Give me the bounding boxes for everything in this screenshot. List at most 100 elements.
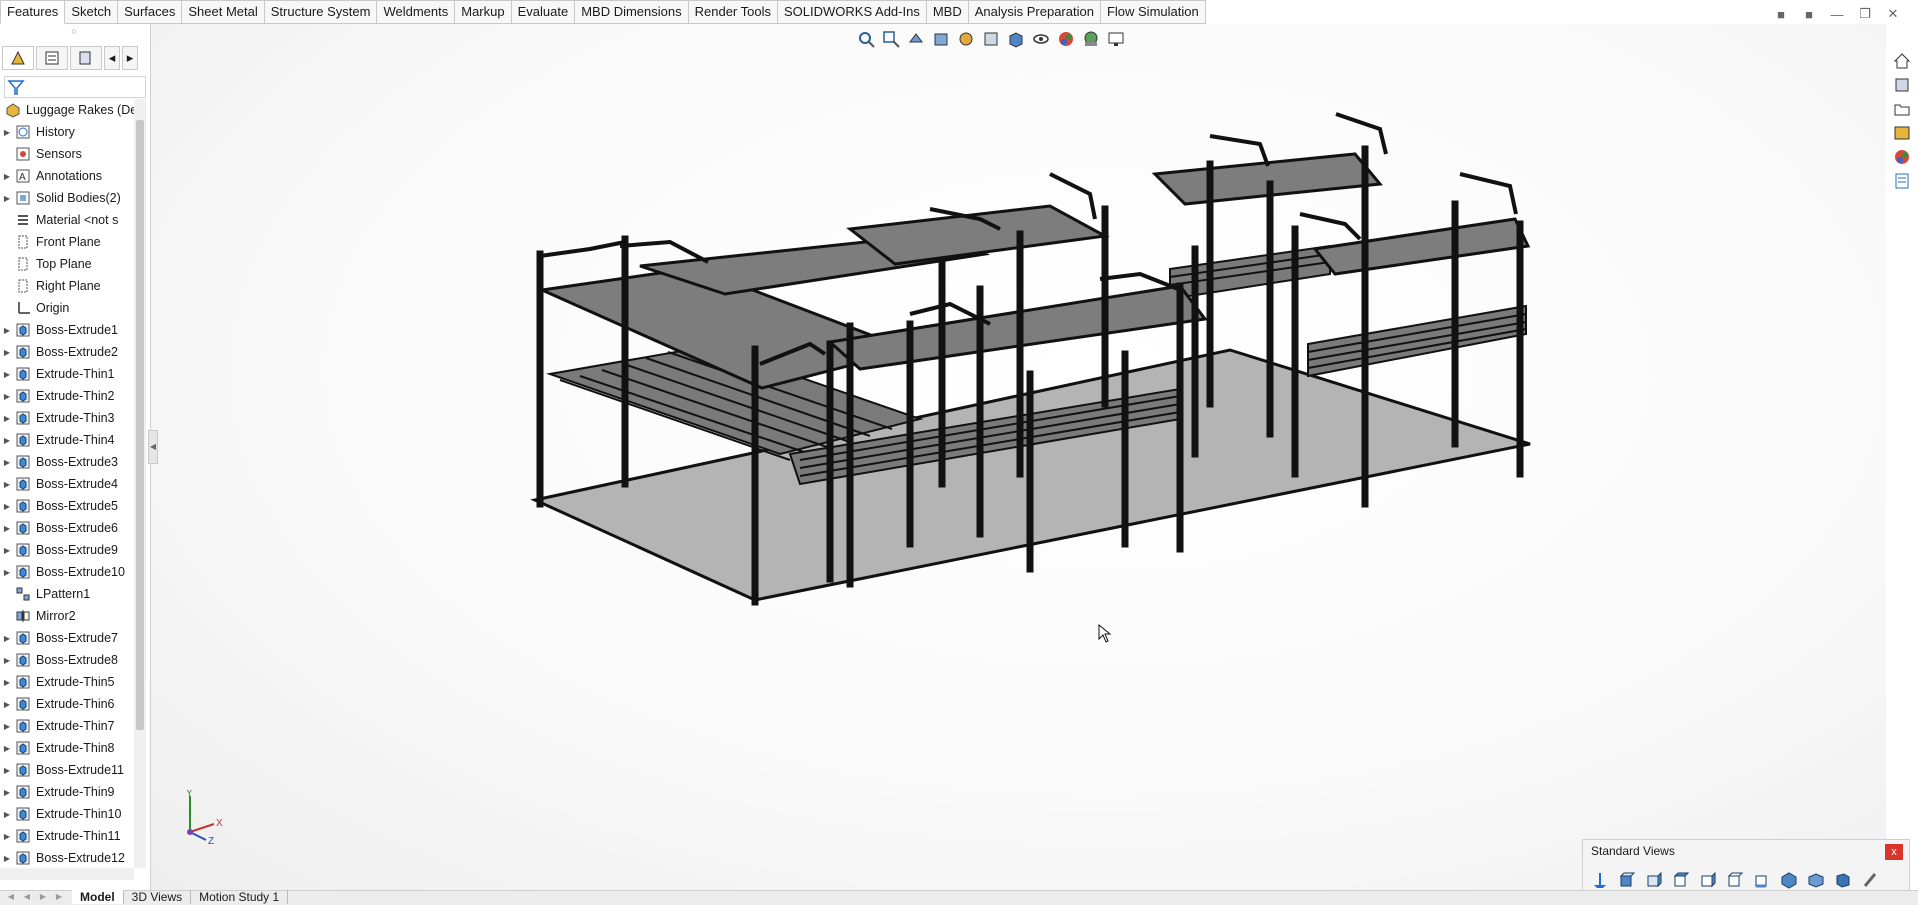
tab-sheet-metal[interactable]: Sheet Metal (182, 0, 265, 24)
front-view-icon[interactable] (1616, 870, 1638, 890)
tab-surfaces[interactable]: Surfaces (118, 0, 183, 24)
panel-grip-icon[interactable]: ○ (0, 26, 148, 36)
tree-item-mirror2[interactable]: Mirror2 (0, 605, 134, 627)
property-manager-tab-icon[interactable] (36, 46, 68, 70)
tree-item-annotations[interactable]: ▶ A Annotations (0, 165, 134, 187)
isometric-view-icon[interactable] (1778, 870, 1800, 890)
tree-item-boss-extrude8[interactable]: ▶ Boss-Extrude8 (0, 649, 134, 671)
expand-arrow-icon[interactable]: ▶ (0, 854, 14, 863)
previous-view-icon[interactable] (905, 29, 927, 49)
bottom-tab-model[interactable]: Model (72, 890, 124, 904)
trimetric-view-icon[interactable] (1805, 870, 1827, 890)
custom-properties-icon[interactable] (1890, 170, 1914, 192)
tree-item-boss-extrude6[interactable]: ▶ Boss-Extrude6 (0, 517, 134, 539)
hide-show-items-icon[interactable] (1030, 29, 1052, 49)
expand-arrow-icon[interactable]: ▶ (0, 766, 14, 775)
expand-arrow-icon[interactable]: ▶ (0, 656, 14, 665)
expand-arrow-icon[interactable]: ▶ (0, 436, 14, 445)
expand-arrow-icon[interactable]: ▶ (0, 678, 14, 687)
expand-arrow-icon[interactable]: ▶ (0, 524, 14, 533)
tree-root[interactable]: Luggage Rakes (Def (0, 99, 134, 121)
tree-item-history[interactable]: ▶ History (0, 121, 134, 143)
tree-item-extrude-thin7[interactable]: ▶ Extrude-Thin7 (0, 715, 134, 737)
file-explorer-icon[interactable] (1890, 98, 1914, 120)
tile-left-icon[interactable]: ■ (1772, 6, 1790, 22)
zoom-to-fit-icon[interactable] (855, 29, 877, 49)
display-style-icon[interactable] (1005, 29, 1027, 49)
panel-collapse-handle[interactable]: ◀ (148, 430, 158, 464)
tree-item-boss-extrude4[interactable]: ▶ Boss-Extrude4 (0, 473, 134, 495)
tree-item-boss-extrude12[interactable]: ▶ Boss-Extrude12 (0, 847, 134, 868)
tree-item-front-plane[interactable]: Front Plane (0, 231, 134, 253)
expand-arrow-icon[interactable]: ▶ (0, 326, 14, 335)
edit-appearance-icon[interactable] (1055, 29, 1077, 49)
minimize-icon[interactable]: — (1828, 6, 1846, 22)
view-settings-icon[interactable] (1105, 29, 1127, 49)
expand-arrow-icon[interactable]: ▶ (0, 392, 14, 401)
expand-arrow-icon[interactable]: ▶ (0, 810, 14, 819)
tab-features[interactable]: Features (0, 0, 66, 24)
tree-item-extrude-thin9[interactable]: ▶ Extrude-Thin9 (0, 781, 134, 803)
tree-item-lpattern1[interactable]: LPattern1 (0, 583, 134, 605)
tab-evaluate[interactable]: Evaluate (511, 0, 576, 24)
tree-item-boss-extrude3[interactable]: ▶ Boss-Extrude3 (0, 451, 134, 473)
expand-arrow-icon[interactable]: ▶ (0, 348, 14, 357)
panel-scroll-right-icon[interactable]: ▸ (122, 46, 138, 70)
tree-item-extrude-thin1[interactable]: ▶ Extrude-Thin1 (0, 363, 134, 385)
expand-arrow-icon[interactable]: ▶ (0, 568, 14, 577)
left-view-icon[interactable] (1670, 870, 1692, 890)
expand-arrow-icon[interactable]: ▶ (0, 546, 14, 555)
design-library-icon[interactable] (1890, 74, 1914, 96)
tree-item-boss-extrude11[interactable]: ▶ Boss-Extrude11 (0, 759, 134, 781)
tree-item-extrude-thin4[interactable]: ▶ Extrude-Thin4 (0, 429, 134, 451)
dynamic-annotation-icon[interactable] (955, 29, 977, 49)
tab-render-tools[interactable]: Render Tools (688, 0, 778, 24)
expand-arrow-icon[interactable]: ▶ (0, 414, 14, 423)
zoom-to-area-icon[interactable] (880, 29, 902, 49)
tab-mbd-dimensions[interactable]: MBD Dimensions (575, 0, 689, 24)
next-tab-icon[interactable]: ▶ (36, 891, 50, 903)
tab-weldments[interactable]: Weldments (377, 0, 456, 24)
restore-icon[interactable]: ❐ (1856, 6, 1874, 22)
tab-solidworks-add-ins[interactable]: SOLIDWORKS Add-Ins (778, 0, 927, 24)
expand-arrow-icon[interactable]: ▶ (0, 722, 14, 731)
first-tab-icon[interactable]: ◀ (4, 891, 18, 903)
tree-item-extrude-thin10[interactable]: ▶ Extrude-Thin10 (0, 803, 134, 825)
feature-manager-tab-icon[interactable] (2, 46, 34, 70)
bottom-tab-motion-study-1[interactable]: Motion Study 1 (191, 890, 289, 904)
top-view-icon[interactable] (1724, 870, 1746, 890)
tree-item-extrude-thin11[interactable]: ▶ Extrude-Thin11 (0, 825, 134, 847)
tree-item-material-not-s[interactable]: Material <not s (0, 209, 134, 231)
tree-horizontal-scrollbar[interactable] (0, 868, 134, 880)
expand-arrow-icon[interactable]: ▶ (0, 832, 14, 841)
tree-item-boss-extrude2[interactable]: ▶ Boss-Extrude2 (0, 341, 134, 363)
tree-item-extrude-thin3[interactable]: ▶ Extrude-Thin3 (0, 407, 134, 429)
tile-right-icon[interactable]: ■ (1800, 6, 1818, 22)
tree-item-top-plane[interactable]: Top Plane (0, 253, 134, 275)
tree-scroll-thumb[interactable] (136, 120, 144, 730)
tab-analysis-preparation[interactable]: Analysis Preparation (968, 0, 1101, 24)
right-view-icon[interactable] (1697, 870, 1719, 890)
apply-scene-icon[interactable] (1080, 29, 1102, 49)
tree-item-extrude-thin5[interactable]: ▶ Extrude-Thin5 (0, 671, 134, 693)
expand-arrow-icon[interactable]: ▶ (0, 194, 14, 203)
tab-structure-system[interactable]: Structure System (264, 0, 378, 24)
appearances-icon[interactable] (1890, 146, 1914, 168)
view-orientation-icon[interactable] (980, 29, 1002, 49)
tab-markup[interactable]: Markup (455, 0, 512, 24)
last-tab-icon[interactable]: ▶ (52, 891, 66, 903)
back-view-icon[interactable] (1643, 870, 1665, 890)
tree-item-extrude-thin8[interactable]: ▶ Extrude-Thin8 (0, 737, 134, 759)
tree-item-origin[interactable]: Origin (0, 297, 134, 319)
tree-item-boss-extrude9[interactable]: ▶ Boss-Extrude9 (0, 539, 134, 561)
section-view-icon[interactable] (930, 29, 952, 49)
tree-filter[interactable] (4, 76, 146, 98)
luggage-rack-model[interactable] (150, 24, 1886, 890)
expand-arrow-icon[interactable]: ▶ (0, 128, 14, 137)
expand-arrow-icon[interactable]: ▶ (0, 700, 14, 709)
expand-arrow-icon[interactable]: ▶ (0, 480, 14, 489)
standard-views-close-button[interactable]: x (1885, 844, 1903, 860)
expand-arrow-icon[interactable]: ▶ (0, 634, 14, 643)
tree-item-extrude-thin6[interactable]: ▶ Extrude-Thin6 (0, 693, 134, 715)
view-selector-icon[interactable] (1859, 870, 1881, 890)
